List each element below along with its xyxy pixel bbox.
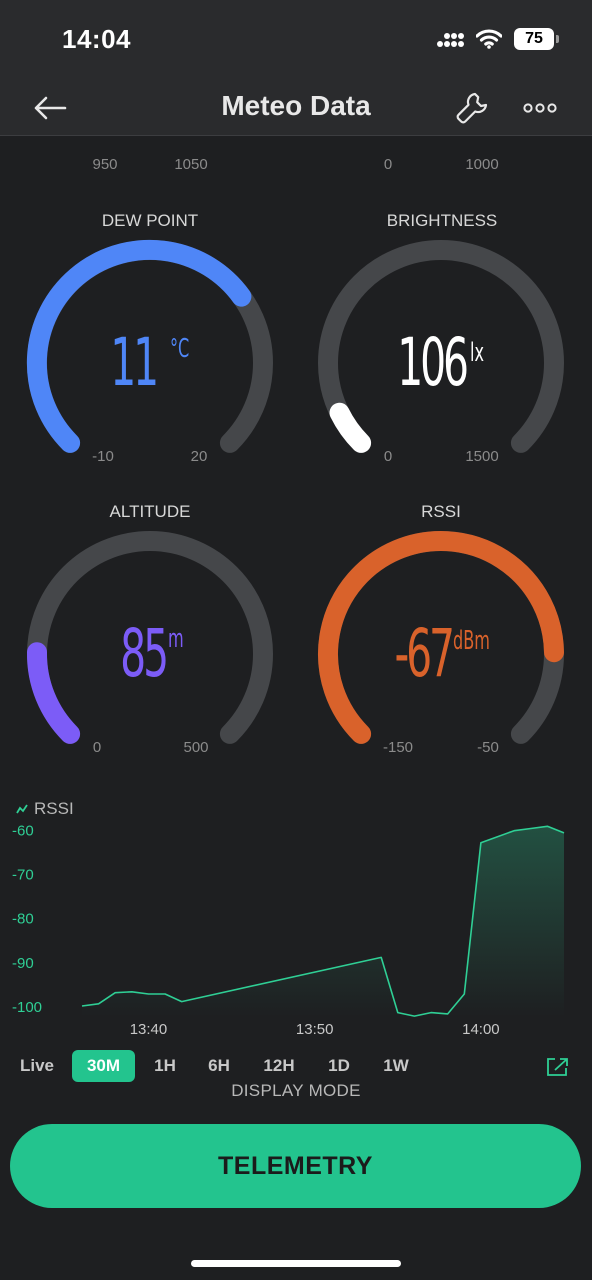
y-tick-label: -60 [12, 822, 34, 839]
gauge-max-label: 1000 [465, 156, 498, 173]
mode-tab-6h[interactable]: 6H [197, 1050, 241, 1082]
gauge-title: RSSI [421, 502, 461, 521]
more-button[interactable] [518, 86, 562, 130]
gauge-unit: lx [470, 338, 484, 368]
gauge-title: DEW POINT [102, 211, 198, 230]
gauge-min-label: 0 [384, 156, 392, 173]
mode-tab-1h[interactable]: 1H [143, 1050, 187, 1082]
gauge-max-label: 1500 [465, 448, 498, 465]
gauge-min-label: 0 [384, 448, 392, 465]
home-indicator [191, 1260, 401, 1267]
gauge-value-arc [26, 642, 81, 744]
mode-tab-30m[interactable]: 30M [72, 1050, 135, 1082]
gauge-min-label: 950 [92, 156, 117, 173]
y-tick-label: -80 [12, 911, 34, 928]
gauge-grid: 950 1050 0 1000 DEW POINT 11 °C -10 20 B… [0, 137, 592, 787]
gauge-unit: dBm [453, 626, 490, 656]
gauge-unit: m [168, 624, 184, 654]
gauge-title: BRIGHTNESS [387, 211, 498, 230]
app-header: Meteo Data [0, 80, 592, 136]
gauge-value: -67 [394, 615, 452, 692]
cellular-signal-icon [437, 33, 464, 47]
mode-tab-12h[interactable]: 12H [253, 1050, 305, 1082]
gauge-max-label: 20 [191, 448, 208, 465]
gauge-max-label: 1050 [174, 156, 207, 173]
gauge-altitude: ALTITUDE 85 m 0 500 [26, 502, 273, 756]
telemetry-button[interactable]: TELEMETRY [10, 1124, 581, 1208]
gauge-unit: °C [170, 334, 189, 364]
legend-series-name: RSSI [34, 799, 74, 818]
wifi-icon [476, 29, 502, 49]
gauge-value-arc [329, 402, 372, 453]
gauge-min-label: -150 [383, 739, 413, 756]
mode-tab-live[interactable]: Live [10, 1050, 64, 1082]
gauge-min-label: 0 [93, 739, 101, 756]
pressure-gauge-partial: 950 1050 [92, 156, 207, 173]
page-title: Meteo Data [221, 90, 371, 121]
battery-indicator: 75 [514, 28, 559, 50]
status-time: 14:04 [62, 24, 131, 54]
wrench-icon [456, 92, 488, 124]
settings-button[interactable] [450, 86, 494, 130]
more-icon [523, 103, 557, 113]
gauge-value: 85 [120, 615, 166, 692]
gauge-dew-point: DEW POINT 11 °C -10 20 [26, 211, 273, 465]
chart-plot: -60 -70 -80 -90 -100 13:40 13:50 14:00 [12, 822, 565, 1038]
status-icons: 75 [436, 26, 559, 52]
mode-tab-1w[interactable]: 1W [372, 1050, 420, 1082]
mode-tab-1d[interactable]: 1D [317, 1050, 361, 1082]
y-tick-label: -90 [12, 955, 34, 972]
gauge-max-label: 500 [183, 739, 208, 756]
gauge-value: 11 [110, 324, 156, 401]
x-tick-label: 13:40 [130, 1021, 168, 1038]
gauge-value: 106 [397, 324, 467, 401]
gauge-brightness: BRIGHTNESS 106 lx 0 1500 [318, 211, 564, 465]
x-tick-label: 14:00 [462, 1021, 500, 1038]
expand-chart-button[interactable] [544, 1054, 572, 1080]
external-link-icon [547, 1058, 568, 1076]
gauge-min-label: -10 [92, 448, 114, 465]
y-tick-label: -100 [12, 999, 42, 1016]
solar-gauge-partial: 0 1000 [384, 156, 499, 173]
gauge-rssi: RSSI -67 dBm -150 -50 [318, 502, 564, 756]
display-mode-caption: DISPLAY MODE [231, 1081, 361, 1100]
display-mode-tabs: Live 30M 1H 6H 12H 1D 1W [0, 1050, 592, 1084]
series-area [82, 826, 564, 1017]
gauge-max-label: -50 [477, 739, 499, 756]
gauge-title: ALTITUDE [110, 502, 191, 521]
x-tick-label: 13:50 [296, 1021, 334, 1038]
line-chart-icon [16, 804, 28, 814]
status-bar: 14:04 75 [0, 0, 592, 80]
y-tick-label: -70 [12, 867, 34, 884]
rssi-chart[interactable]: RSSI -60 -70 -80 -90 -100 13:40 13:50 14:00 [0, 795, 592, 1045]
chart-legend: RSSI [16, 795, 74, 823]
